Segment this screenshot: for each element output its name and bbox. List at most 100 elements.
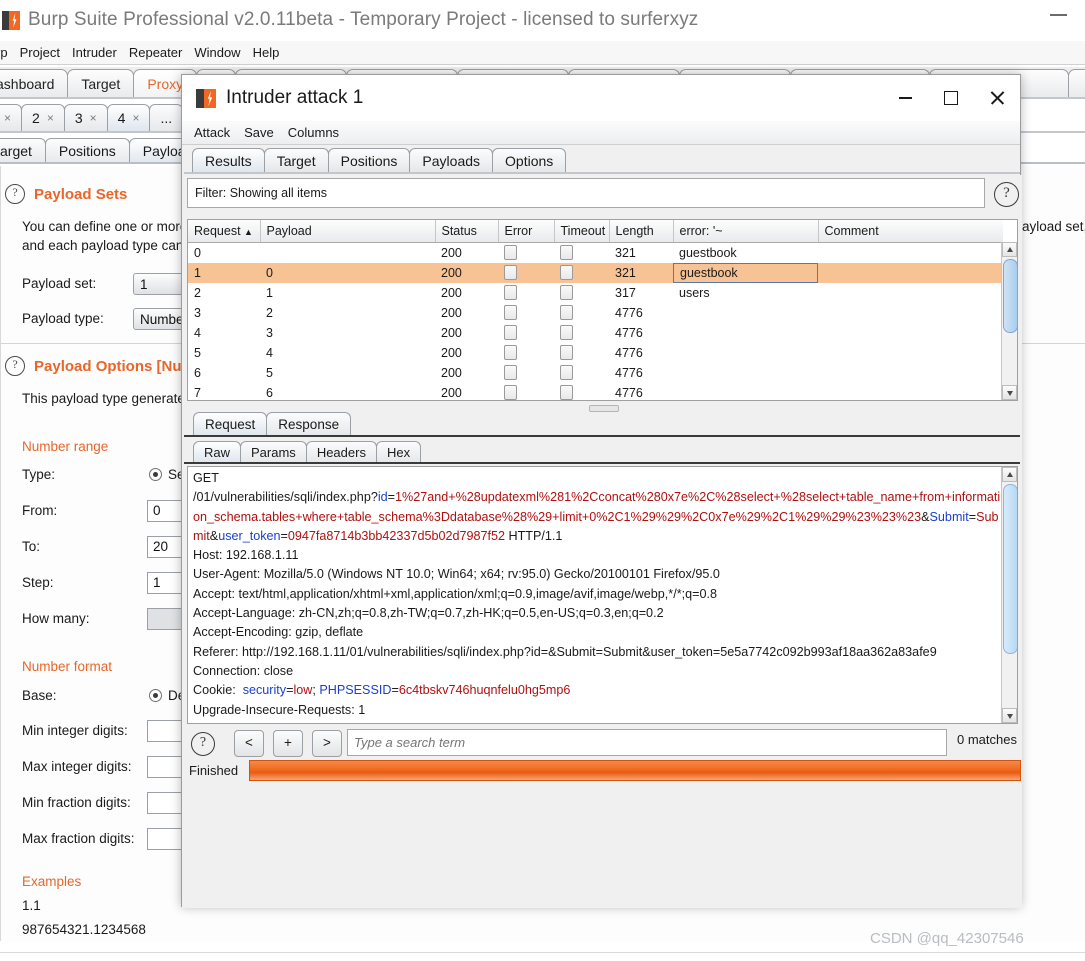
column-header-length[interactable]: Length (609, 220, 674, 243)
timeout-checkbox[interactable] (560, 285, 573, 300)
menu-item-intruder[interactable]: Intruder (72, 45, 117, 60)
tab-overflow-h[interactable] (1067, 69, 1085, 98)
help-icon[interactable]: ? (5, 184, 25, 204)
payload-sets-desc-right: ayload set, (1022, 219, 1085, 234)
close-icon[interactable]: × (4, 111, 11, 125)
filter-help-icon[interactable]: ? (994, 182, 1019, 207)
dialog-menu-save[interactable]: Save (244, 125, 274, 140)
cell-request: 0 (194, 246, 201, 260)
error-checkbox[interactable] (504, 265, 517, 280)
request-vertical-scrollbar[interactable] (1001, 467, 1017, 723)
dialog-minimize-button[interactable] (882, 75, 928, 121)
error-checkbox[interactable] (504, 345, 517, 360)
dialog-tab-target[interactable]: Target (263, 148, 329, 174)
attack-tab-1[interactable]: × (0, 104, 23, 131)
tab-params[interactable]: Params (240, 441, 307, 464)
cell-payload: 0 (260, 263, 435, 283)
column-header-error[interactable]: Error (498, 220, 555, 243)
request-viewer[interactable]: GET/01/vulnerabilities/sqli/index.php?id… (187, 466, 1018, 724)
timeout-checkbox[interactable] (560, 245, 573, 260)
search-next-button[interactable]: > (312, 730, 342, 757)
table-row[interactable]: 0 200 321 guestbook (188, 243, 1003, 264)
error-checkbox[interactable] (504, 325, 517, 340)
attack-tab-3[interactable]: 3 × (63, 104, 108, 131)
attack-tab-more[interactable]: ... (149, 104, 184, 131)
search-add-button[interactable]: + (273, 730, 303, 757)
attack-tab-2[interactable]: 2 × (21, 104, 65, 131)
cell-error-grep (673, 303, 818, 323)
scroll-down-icon[interactable] (1002, 708, 1017, 723)
tab-target[interactable]: Target (67, 69, 135, 98)
dialog-close-button[interactable] (974, 75, 1020, 121)
column-header-error-grep[interactable]: error: '~ (673, 220, 819, 243)
error-checkbox[interactable] (504, 305, 517, 320)
timeout-checkbox[interactable] (560, 325, 573, 340)
column-header-status[interactable]: Status (435, 220, 499, 243)
dialog-menu-columns[interactable]: Columns (288, 125, 339, 140)
menu-item-window[interactable]: Window (194, 45, 240, 60)
table-row[interactable]: 3 2 200 4776 (188, 303, 1003, 323)
scrollbar-thumb[interactable] (1003, 484, 1017, 654)
table-row[interactable]: 4 3 200 4776 (188, 323, 1003, 343)
column-header-payload[interactable]: Payload (260, 220, 436, 243)
tab-response[interactable]: Response (266, 412, 352, 437)
type-sequential-radio[interactable] (149, 468, 162, 481)
timeout-checkbox[interactable] (560, 385, 573, 400)
menu-item-repeater[interactable]: Repeater (129, 45, 182, 60)
help-icon[interactable]: ? (5, 356, 25, 376)
menu-item-project[interactable]: Project (20, 45, 60, 60)
column-header-timeout[interactable]: Timeout (554, 220, 610, 243)
error-checkbox[interactable] (504, 285, 517, 300)
timeout-checkbox[interactable] (560, 365, 573, 380)
dialog-tab-payloads[interactable]: Payloads (409, 148, 494, 174)
table-row[interactable]: 2 1 200 317 users (188, 283, 1003, 303)
dialog-tab-options[interactable]: Options (492, 148, 567, 174)
subtab-positions[interactable]: Positions (44, 138, 130, 164)
close-icon[interactable]: × (47, 111, 54, 125)
base-decimal-radio[interactable] (149, 689, 162, 702)
table-row[interactable]: 5 4 200 4776 (188, 343, 1003, 363)
from-label: From: (22, 503, 58, 518)
error-checkbox[interactable] (504, 365, 517, 380)
scroll-up-icon[interactable] (1002, 242, 1017, 257)
tab-raw[interactable]: Raw (193, 441, 242, 464)
tab-hex[interactable]: Hex (375, 441, 422, 464)
close-icon[interactable]: × (132, 111, 139, 125)
dialog-tab-results[interactable]: Results (192, 148, 265, 174)
scroll-up-icon[interactable] (1002, 467, 1017, 482)
tab-headers[interactable]: Headers (305, 441, 377, 464)
table-row[interactable]: 1 0 200 321 guestbook (188, 263, 1003, 283)
menu-item-help[interactable]: Help (253, 45, 280, 60)
scroll-down-icon[interactable] (1002, 385, 1017, 400)
dialog-tabs: Results Target Positions Payloads Option… (192, 148, 567, 174)
window-minimize-button[interactable] (1050, 14, 1067, 16)
column-header-comment[interactable]: Comment (818, 220, 1003, 243)
search-input[interactable] (347, 729, 947, 756)
timeout-checkbox[interactable] (560, 305, 573, 320)
close-icon[interactable]: × (90, 111, 97, 125)
menu-item-burp[interactable]: rp (0, 45, 8, 60)
filter-bar[interactable]: Filter: Showing all items (187, 178, 985, 208)
error-checkbox[interactable] (504, 245, 517, 260)
table-row[interactable]: 7 6 200 4776 (188, 383, 1003, 400)
column-header-request[interactable]: Request ▲ (188, 220, 261, 243)
timeout-checkbox[interactable] (560, 265, 573, 280)
timeout-checkbox[interactable] (560, 345, 573, 360)
scrollbar-thumb[interactable] (1003, 259, 1017, 333)
subtab-target[interactable]: arget (0, 138, 46, 164)
header-accept: Accept: text/html,application/xhtml+xml,… (193, 586, 717, 601)
dialog-tab-positions[interactable]: Positions (327, 148, 411, 174)
attack-tab-4[interactable]: 4 × (106, 104, 151, 131)
dialog-menu-attack[interactable]: Attack (194, 125, 230, 140)
error-checkbox[interactable] (504, 385, 517, 400)
results-vertical-scrollbar[interactable] (1001, 242, 1017, 400)
payload-sets-title: Payload Sets (34, 185, 128, 203)
search-previous-button[interactable]: < (234, 730, 264, 757)
intruder-attack-dialog: Intruder attack 1 Attack Save Columns Re… (181, 74, 1022, 908)
search-help-icon[interactable]: ? (191, 732, 215, 756)
tab-request[interactable]: Request (193, 412, 268, 437)
splitter-handle[interactable] (187, 403, 1018, 412)
tab-dashboard[interactable]: ashboard (0, 69, 69, 98)
table-row[interactable]: 6 5 200 4776 (188, 363, 1003, 383)
dialog-maximize-button[interactable] (928, 75, 974, 121)
